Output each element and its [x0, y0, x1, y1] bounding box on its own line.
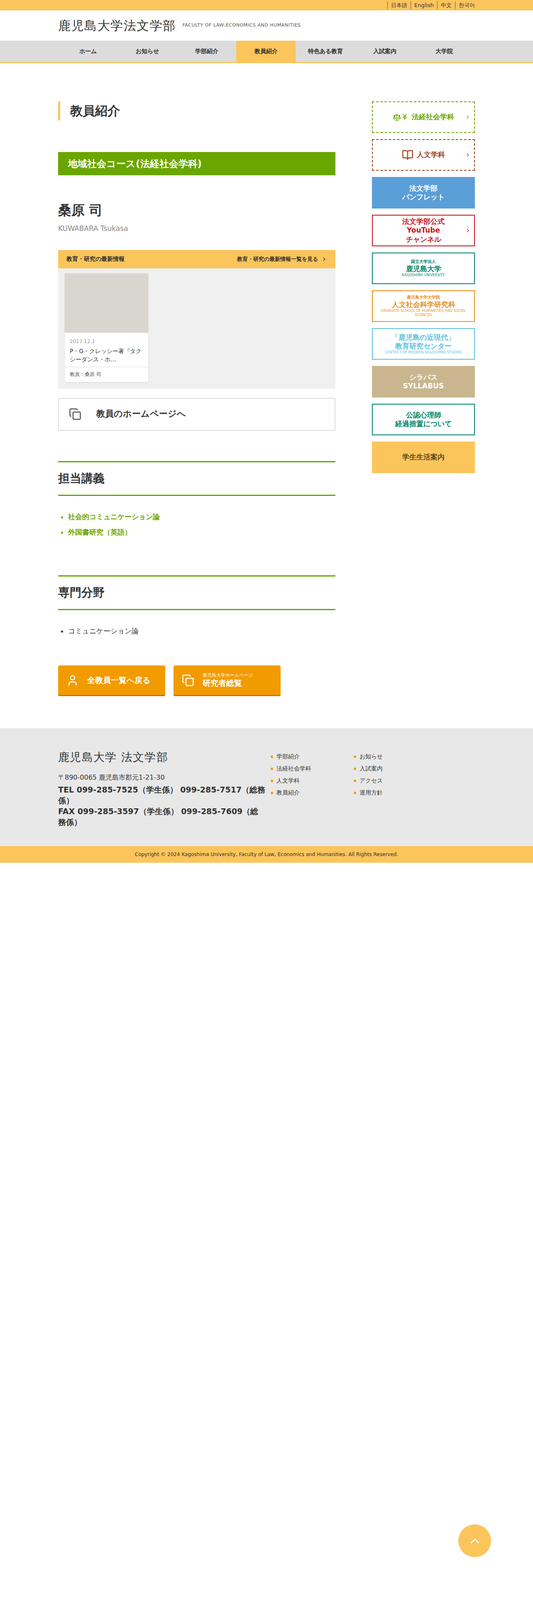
sidebar-banner[interactable]: 人文学科	[371, 139, 475, 171]
footer-link[interactable]: 人文学科	[270, 775, 329, 785]
news-header: 教育・研究の最新情報教育・研究の最新情報一覧を見る	[58, 249, 336, 269]
info-item[interactable]: 外国書研究（英語）	[68, 526, 336, 538]
sidebar-banner[interactable]: 「鹿児島の近現代」教育研究センターCENTER FOR MODERN KAGOS…	[371, 327, 475, 360]
nav-item[interactable]: 特色ある教育	[295, 40, 355, 62]
sidebar-banner[interactable]: 公認心理師経過措置について	[371, 403, 475, 436]
footer-link[interactable]: 入試案内	[353, 763, 412, 773]
logo[interactable]: 鹿児島大学法文学部	[58, 16, 177, 35]
chevron-icon	[321, 256, 328, 262]
nav-item[interactable]: 教員紹介	[236, 40, 296, 62]
sidebar-banner[interactable]: 国立大学法人鹿児島大学KAGOSHIMA UNIVERSITY	[371, 252, 475, 284]
footer: 鹿児島大学 法文学部〒890-0065 鹿児島市郡元1-21-30TEL 099…	[0, 727, 533, 863]
teacher-romaji: KUWABARA Tsukasa	[58, 223, 336, 235]
sidebar-banner[interactable]: 法文学部公式YouTubeチャンネル	[371, 214, 475, 247]
footer-link[interactable]: 運用方針	[353, 787, 412, 797]
header: 鹿児島大学法文学部 FACULTY OF LAW,ECONOMICS AND HU…	[0, 10, 533, 41]
info-item[interactable]: 社会的コミュニケーション論	[68, 511, 336, 523]
main-content: 教員紹介地域社会コース(法経社会学科) 桑原 司 KUWABARA Tsukasa 教…	[58, 101, 336, 695]
sidebar-banner[interactable]: 法経社会学科	[371, 101, 475, 133]
sidebar-banner[interactable]: シラバスSYLLABUS	[371, 365, 475, 398]
lang-link[interactable]: 日本語	[387, 1, 408, 10]
nav-item[interactable]: 大学院	[414, 40, 474, 62]
nav-item[interactable]: 学部紹介	[176, 40, 237, 62]
top-bar: 日本語English中文한국어	[0, 0, 533, 11]
sidebar-banner[interactable]: 学生生活案内	[371, 441, 475, 473]
chevron-icon	[464, 151, 471, 158]
news-box: 2017.12.1P・G・クレッシー著『タクシーダンス・ホ...教員：桑原 司	[58, 268, 336, 389]
sidebar-banner[interactable]: 鹿児島大学大学院人文社会科学研究科GRADUATE SCHOOL OF HUMA…	[371, 290, 475, 322]
footer-link[interactable]: アクセス	[353, 775, 412, 785]
scales-yen-icon	[392, 112, 409, 122]
logo-subtitle: FACULTY OF LAW,ECONOMICS AND HUMANITIES	[182, 22, 301, 30]
course-bar: 地域社会コース(法経社会学科)	[58, 151, 336, 176]
bottom-button[interactable]: 鹿児島大学ホームページ研究者総覧	[173, 665, 281, 695]
footer-link[interactable]: お知らせ	[353, 751, 412, 761]
bottom-button[interactable]: 全教員一覧へ戻る	[58, 665, 166, 695]
nav-item[interactable]: ホーム	[58, 40, 118, 62]
info-item: コミュニケーション論	[68, 625, 336, 637]
news-more-link[interactable]: 教育・研究の最新情報一覧を見る	[237, 254, 328, 264]
sidebar-banner[interactable]: 法文学部パンフレット	[371, 176, 475, 209]
homepage-button[interactable]: 教員のホームページへ	[58, 397, 336, 431]
lang-link[interactable]: 한국어	[454, 1, 475, 10]
teacher-name: 桑原 司	[58, 200, 336, 221]
scroll-top-button[interactable]	[458, 1523, 492, 1557]
lang-link[interactable]: English	[410, 1, 434, 10]
pages-icon	[68, 407, 82, 421]
news-image	[64, 273, 149, 333]
sidebar: 法経社会学科人文学科法文学部パンフレット法文学部公式YouTubeチャンネル国立…	[371, 101, 475, 695]
user-icon	[66, 673, 79, 687]
footer-link[interactable]: 学部紹介	[270, 751, 329, 761]
copyright-bar: Copyright © 2024 Kagoshima University, F…	[0, 845, 533, 863]
chevron-icon	[464, 114, 471, 120]
info-section: 専門分野コミュニケーション論	[58, 574, 336, 637]
page-title: 教員紹介	[58, 101, 336, 121]
nav-item[interactable]: 入試案内	[354, 40, 415, 62]
book-icon	[401, 149, 414, 161]
up-arrow-icon	[467, 1532, 482, 1548]
info-section: 担当講義社会的コミュニケーション論外国書研究（英語）	[58, 460, 336, 538]
chevron-icon	[464, 227, 471, 234]
page: 日本語English中文한국어 鹿児島大学法文学部 FACULTY OF LAW,E…	[0, 0, 533, 1599]
news-card[interactable]: 2017.12.1P・G・クレッシー著『タクシーダンス・ホ...教員：桑原 司	[64, 273, 149, 382]
pages-icon	[181, 673, 195, 687]
main-nav: ホームお知らせ学部紹介教員紹介特色ある教育入試案内大学院	[0, 40, 533, 64]
lang-link[interactable]: 中文	[437, 1, 452, 10]
nav-item[interactable]: お知らせ	[117, 40, 177, 62]
footer-link[interactable]: 法経社会学科	[270, 763, 329, 773]
footer-link[interactable]: 教員紹介	[270, 787, 329, 797]
